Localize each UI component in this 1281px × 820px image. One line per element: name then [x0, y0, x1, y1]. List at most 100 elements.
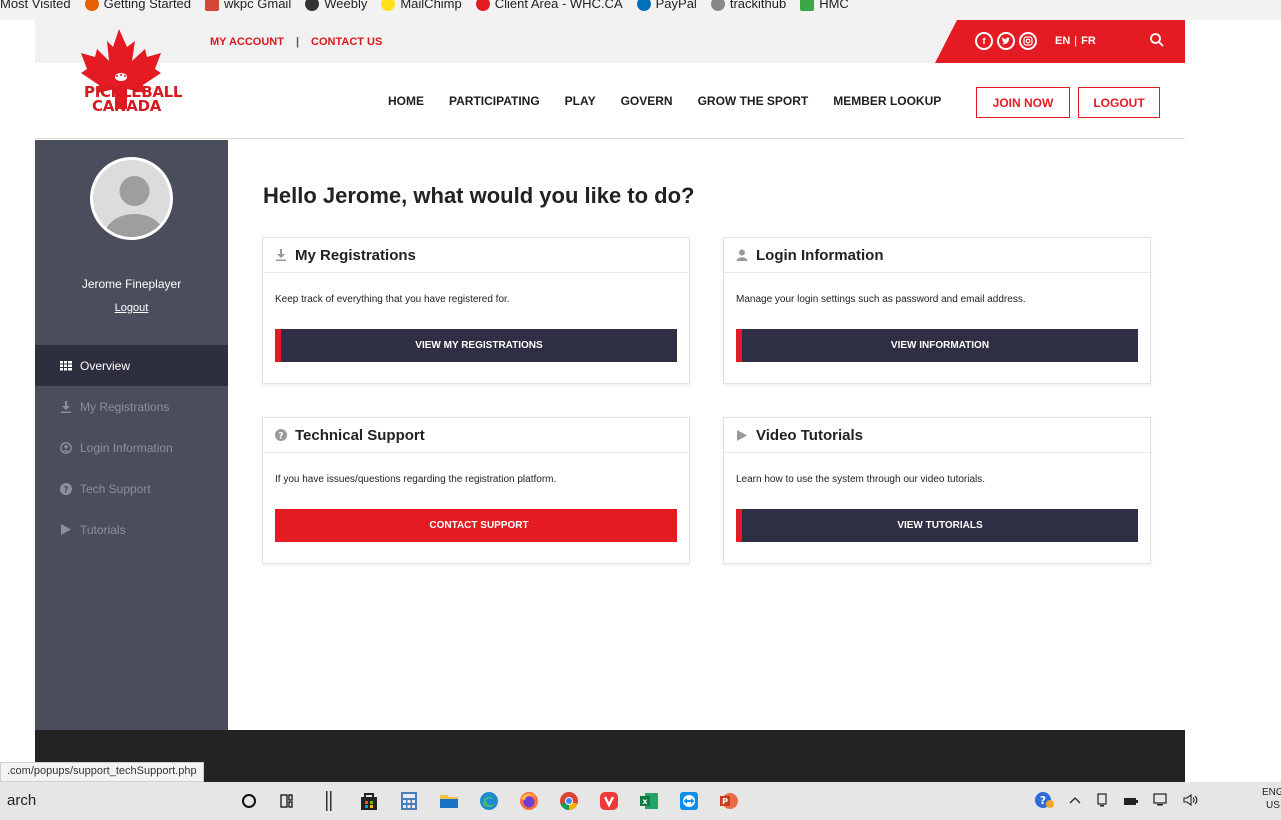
help-icon[interactable]: ?	[1035, 791, 1055, 814]
bookmark-most-visited[interactable]: Most Visited	[0, 0, 71, 10]
utility-links: MY ACCOUNT | CONTACT US	[210, 36, 382, 48]
question-icon: ?	[275, 429, 287, 441]
sidebar-logout-link[interactable]: Logout	[35, 302, 228, 314]
svg-text:?: ?	[278, 431, 283, 441]
bookmark-gmail[interactable]: wkpc Gmail	[205, 0, 291, 11]
nav-participating[interactable]: PARTICIPATING	[449, 94, 540, 108]
play-icon	[60, 524, 72, 536]
instagram-icon[interactable]	[1019, 32, 1037, 50]
bookmark-hmc[interactable]: HMC	[800, 0, 849, 11]
sidebar-item-label: Tutorials	[80, 522, 126, 537]
firefox-icon[interactable]	[517, 789, 541, 813]
bookmark-weebly[interactable]: Weebly	[305, 0, 367, 11]
card-login-information: Login Information Manage your login sett…	[723, 237, 1151, 384]
main-navigation: PICKLEBALL CANADA HOME PARTICIPATING PLA…	[35, 29, 1185, 139]
contact-us-link[interactable]: CONTACT US	[311, 36, 382, 48]
contact-support-button[interactable]: CONTACT SUPPORT	[275, 509, 677, 542]
nav-grow-the-sport[interactable]: GROW THE SPORT	[698, 94, 809, 108]
social-links: f	[975, 32, 1037, 50]
language-indicator[interactable]: ENG US	[1262, 786, 1281, 812]
volume-icon[interactable]	[1183, 793, 1199, 812]
screen: Most Visited Getting Started wkpc Gmail …	[0, 0, 1281, 820]
svg-text:?: ?	[63, 485, 68, 495]
utility-red-tab: f EN | FR	[935, 20, 1185, 63]
bookmark-paypal[interactable]: PayPal	[636, 0, 697, 11]
nav-play[interactable]: PLAY	[565, 94, 596, 108]
bookmark-trackithub[interactable]: trackithub	[710, 0, 786, 11]
firefox-icon	[84, 0, 99, 11]
edge-icon[interactable]	[477, 789, 501, 813]
search-icon[interactable]	[1149, 32, 1167, 50]
sidebar-item-login-information[interactable]: Login Information	[35, 427, 228, 468]
website: MY ACCOUNT | CONTACT US f EN | FR PICKLE…	[35, 20, 1185, 782]
card-my-registrations: My Registrations Keep track of everythin…	[262, 237, 690, 384]
card-header: Video Tutorials	[724, 418, 1150, 453]
logout-button[interactable]: LOGOUT	[1078, 87, 1160, 118]
sidebar-item-label: Tech Support	[80, 481, 151, 496]
my-account-link[interactable]: MY ACCOUNT	[210, 36, 284, 48]
device-icon[interactable]	[1095, 793, 1109, 812]
bookmark-mailchimp[interactable]: MailChimp	[381, 0, 462, 11]
bookmark-client-area[interactable]: Client Area - WHC.CA	[475, 0, 623, 11]
nav-govern[interactable]: GOVERN	[621, 94, 673, 108]
file-explorer-icon[interactable]	[437, 789, 461, 813]
bookmark-getting-started[interactable]: Getting Started	[84, 0, 191, 11]
sidebar-item-tutorials[interactable]: Tutorials	[35, 509, 228, 550]
card-description: Learn how to use the system through our …	[736, 474, 986, 485]
user-icon	[60, 441, 72, 454]
logo-text: PICKLEBALL CANADA	[84, 83, 183, 115]
battery-icon[interactable]	[1123, 794, 1139, 812]
chrome-icon[interactable]	[557, 789, 581, 813]
task-view-icon[interactable]	[277, 789, 301, 813]
sidebar-item-label: My Registrations	[80, 399, 170, 414]
lang-fr-link[interactable]: FR	[1081, 35, 1096, 47]
account-sidebar: Jerome Fineplayer Logout Overview My Reg…	[35, 140, 228, 730]
gmail-icon	[205, 0, 220, 11]
card-description: If you have issues/questions regarding t…	[275, 474, 557, 485]
calculator-icon[interactable]	[397, 789, 421, 813]
bookmarks-bar: Most Visited Getting Started wkpc Gmail …	[0, 0, 1281, 20]
taskbar-search-input[interactable]: arch	[7, 792, 36, 809]
status-url: .com/popups/support_techSupport.php	[0, 762, 204, 782]
card-header: ? Technical Support	[263, 418, 689, 453]
sidebar-item-tech-support[interactable]: ? Tech Support	[35, 468, 228, 509]
facebook-icon[interactable]: f	[975, 32, 993, 50]
pickleball-canada-logo[interactable]: PICKLEBALL CANADA	[57, 29, 217, 137]
nav-member-lookup[interactable]: MEMBER LOOKUP	[833, 94, 941, 108]
network-icon[interactable]	[1153, 793, 1169, 812]
powerpoint-icon[interactable]: P	[717, 789, 741, 813]
trackithub-icon	[710, 0, 725, 11]
paypal-icon	[636, 0, 651, 11]
taskbar-apps: x P	[237, 789, 757, 813]
join-now-button[interactable]: JOIN NOW	[976, 87, 1070, 118]
sidebar-item-my-registrations[interactable]: My Registrations	[35, 386, 228, 427]
vivaldi-icon[interactable]	[597, 789, 621, 813]
page-title: Hello Jerome, what would you like to do?	[263, 183, 695, 208]
lang-en-link[interactable]: EN	[1055, 35, 1070, 47]
grid-icon	[60, 360, 72, 372]
nav-home[interactable]: HOME	[388, 94, 424, 108]
twitter-icon[interactable]	[997, 32, 1015, 50]
teamviewer-icon[interactable]	[677, 789, 701, 813]
excel-icon[interactable]: x	[637, 789, 661, 813]
view-my-registrations-button[interactable]: VIEW MY REGISTRATIONS	[275, 329, 677, 362]
utility-separator: |	[295, 36, 300, 48]
sidebar-item-overview[interactable]: Overview	[35, 345, 228, 386]
play-icon	[736, 429, 748, 441]
view-tutorials-button[interactable]: VIEW TUTORIALS	[736, 509, 1138, 542]
whc-icon	[475, 0, 490, 11]
chevron-up-icon[interactable]	[1069, 794, 1081, 812]
card-description: Manage your login settings such as passw…	[736, 294, 1026, 305]
site-footer	[35, 730, 1185, 782]
nav-menu: HOME PARTICIPATING PLAY GOVERN GROW THE …	[388, 94, 966, 108]
view-information-button[interactable]: VIEW INFORMATION	[736, 329, 1138, 362]
hmc-icon	[800, 0, 815, 11]
windows-taskbar: arch x P ? ENG US	[0, 782, 1281, 820]
language-switch: EN | FR	[1055, 35, 1096, 47]
cortana-icon[interactable]	[237, 789, 261, 813]
card-title: Technical Support	[295, 426, 425, 444]
store-icon[interactable]	[357, 789, 381, 813]
card-title: My Registrations	[295, 246, 416, 264]
card-technical-support: ? Technical Support If you have issues/q…	[262, 417, 690, 564]
sidebar-username: Jerome Fineplayer	[81, 277, 182, 291]
